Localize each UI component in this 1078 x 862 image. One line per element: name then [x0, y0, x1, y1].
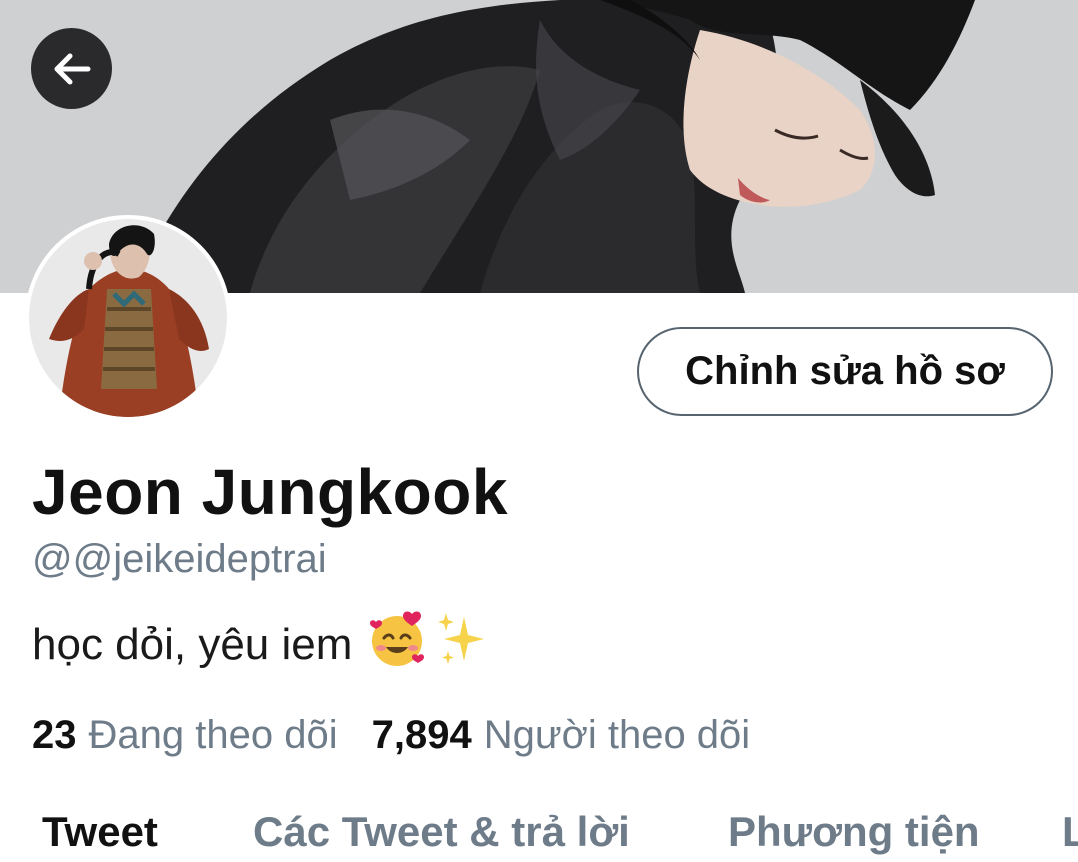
tab-tweets-and-replies[interactable]: Các Tweet & trả lời: [253, 808, 630, 856]
tab-likes[interactable]: L: [1062, 808, 1078, 856]
user-handle: @@jeikeideptrai: [32, 537, 327, 581]
tab-tweets[interactable]: Tweet: [42, 808, 158, 856]
following-stat[interactable]: 23 Đang theo dõi: [32, 713, 338, 758]
arrow-left-icon: [54, 53, 90, 84]
bio-text: học dỏi, yêu iem: [32, 619, 353, 669]
following-count: 23: [32, 713, 77, 757]
profile-bio: học dỏi, yêu iem: [32, 608, 488, 681]
following-label: Đang theo dõi: [88, 713, 338, 757]
follow-stats: 23 Đang theo dõi 7,894 Người theo dõi: [32, 713, 750, 758]
back-button[interactable]: [31, 28, 112, 109]
display-name: Jeon Jungkook: [32, 456, 508, 528]
followers-stat[interactable]: 7,894 Người theo dõi: [372, 713, 751, 758]
profile-page: Chỉnh sửa hồ sơ Jeon Jungkook @@jeikeide…: [0, 0, 1078, 862]
avatar[interactable]: [25, 215, 231, 421]
smiling-face-with-hearts-icon: [366, 608, 428, 681]
avatar-photo: [29, 219, 227, 417]
sparkles-icon: [436, 609, 488, 680]
followers-count: 7,894: [371, 713, 472, 757]
tab-media[interactable]: Phương tiện: [728, 808, 980, 856]
followers-label: Người theo dõi: [483, 713, 751, 757]
edit-profile-button[interactable]: Chỉnh sửa hồ sơ: [637, 327, 1053, 416]
profile-tabs: Tweet Các Tweet & trả lời Phương tiện L: [0, 800, 1078, 862]
